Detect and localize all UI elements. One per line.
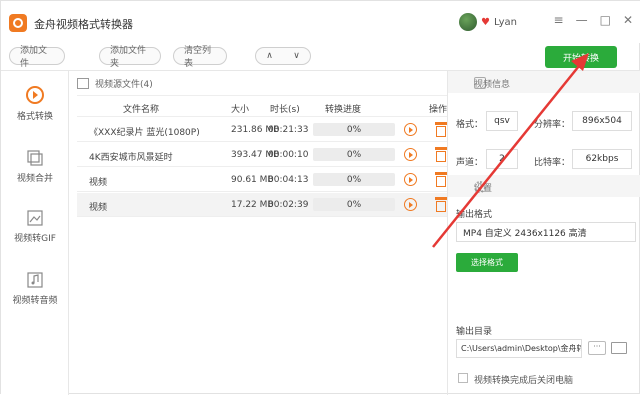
file-list-count: 视频源文件(4) xyxy=(95,80,153,90)
play-icon[interactable] xyxy=(404,173,417,186)
user-name: Lyan xyxy=(493,16,518,28)
output-format-field[interactable]: MP4 自定义 2436x1126 高清 xyxy=(456,222,636,242)
file-duration: 00:00:10 xyxy=(268,150,309,160)
folder-icon[interactable] xyxy=(611,342,627,354)
toolbar: 添加文件 添加文件夹 清空列表 ∧ ∨ 开始转换 xyxy=(1,43,640,71)
delete-icon[interactable] xyxy=(435,172,447,187)
file-duration: 00:04:13 xyxy=(268,175,309,185)
avatar[interactable] xyxy=(459,13,477,31)
move-buttons: ∧ ∨ xyxy=(255,47,311,65)
progress-bar: 0% xyxy=(313,148,395,161)
sidebar-item-label: 视频合并 xyxy=(16,174,53,184)
progress-bar: 0% xyxy=(313,198,395,211)
video-info-header: 视频信息 xyxy=(448,71,640,93)
settings-header: 设置 xyxy=(448,175,640,197)
sidebar-item-label: 视频转GIF xyxy=(14,234,56,244)
add-file-button[interactable]: 添加文件 xyxy=(9,46,65,69)
file-name: 视频 xyxy=(89,203,108,213)
file-list-panel: 视频源文件(4) 文件名称 大小 时长(s) 转换进度 操作 《XXX纪录片 蓝… xyxy=(69,71,447,395)
file-name: 《XXX纪录片 蓝光(1080P) xyxy=(89,128,200,138)
gif-icon xyxy=(27,210,43,226)
table-row[interactable]: 4K西安城市风景延时 393.47 MB 00:00:10 0% xyxy=(77,143,447,167)
move-up-button[interactable]: ∧ xyxy=(266,51,273,61)
format-label: 格式： xyxy=(456,120,484,130)
bitrate-label: 比特率： xyxy=(534,158,571,168)
heart-icon: ♥ xyxy=(481,16,490,28)
move-down-button[interactable]: ∨ xyxy=(293,51,300,61)
bitrate-value: 62kbps xyxy=(572,149,632,169)
convert-icon xyxy=(26,86,44,104)
output-dir-field[interactable]: C:\Users\admin\Desktop\金舟转 xyxy=(456,339,582,358)
file-duration: 00:21:33 xyxy=(268,125,309,135)
title-bar: 金舟视频格式转换器 ♥ Lyan ≡ — □ ✕ xyxy=(1,1,640,43)
merge-icon xyxy=(27,150,43,166)
file-list-header: 视频源文件(4) xyxy=(77,77,153,90)
clear-list-button[interactable]: 清空列表 xyxy=(173,46,227,69)
progress-bar: 0% xyxy=(313,173,395,186)
table-row[interactable]: 视频 90.61 MB 00:04:13 0% xyxy=(77,168,447,192)
sidebar-item-gif[interactable]: 视频转GIF xyxy=(1,209,69,244)
delete-icon[interactable] xyxy=(435,147,447,162)
right-panel: 视频信息 格式： qsv 分辨率： 896x504 声道： 2 比特率： 62k… xyxy=(447,71,640,395)
file-name: 4K西安城市风景延时 xyxy=(89,153,173,163)
col-name: 文件名称 xyxy=(123,105,160,115)
shutdown-label: 视频转换完成后关闭电脑 xyxy=(474,376,574,386)
app-title: 金舟视频格式转换器 xyxy=(34,18,133,31)
start-convert-button[interactable]: 开始转换 xyxy=(545,46,617,68)
play-icon[interactable] xyxy=(404,148,417,161)
close-icon[interactable]: ✕ xyxy=(623,13,633,27)
col-duration: 时长(s) xyxy=(270,105,300,115)
table-row[interactable]: 《XXX纪录片 蓝光(1080P) 231.86 MB 00:21:33 0% xyxy=(77,118,447,142)
play-icon[interactable] xyxy=(404,123,417,136)
window-controls: ≡ — □ ✕ xyxy=(554,13,633,27)
delete-icon[interactable] xyxy=(435,122,447,137)
user-info[interactable]: ♥ Lyan xyxy=(459,13,517,31)
file-name: 视频 xyxy=(89,178,108,188)
channel-value: 2 xyxy=(486,149,518,169)
video-info-title: 视频信息 xyxy=(474,80,511,90)
choose-format-button[interactable]: 选择格式 xyxy=(456,253,518,272)
sidebar-item-merge[interactable]: 视频合并 xyxy=(1,149,69,184)
settings-title: 设置 xyxy=(474,184,493,194)
sidebar-item-audio[interactable]: 视频转音频 xyxy=(1,271,69,306)
progress-bar: 0% xyxy=(313,123,395,136)
output-format-label: 输出格式 xyxy=(456,210,493,220)
menu-icon[interactable]: ≡ xyxy=(554,13,564,27)
app-logo-icon xyxy=(9,14,27,32)
delete-icon[interactable] xyxy=(435,197,447,212)
file-duration: 00:02:39 xyxy=(268,200,309,210)
table-row[interactable]: 视频 17.22 MB 00:02:39 0% xyxy=(77,193,447,217)
sidebar: 格式转换 视频合并 视频转GIF 视频转音频 xyxy=(1,71,69,395)
add-folder-button[interactable]: 添加文件夹 xyxy=(99,46,161,69)
col-progress: 转换进度 xyxy=(325,105,362,115)
sidebar-item-label: 视频转音频 xyxy=(12,296,58,306)
format-value: qsv xyxy=(486,111,518,131)
play-icon[interactable] xyxy=(404,198,417,211)
col-size: 大小 xyxy=(231,105,250,115)
sidebar-item-format-convert[interactable]: 格式转换 xyxy=(1,85,69,122)
app-window: 金舟视频格式转换器 ♥ Lyan ≡ — □ ✕ 添加文件 添加文件夹 清空列表… xyxy=(0,0,640,395)
resolution-value: 896x504 xyxy=(572,111,632,131)
output-dir-label: 输出目录 xyxy=(456,327,493,337)
table-header: 文件名称 大小 时长(s) 转换进度 操作 xyxy=(77,95,447,117)
minimize-icon[interactable]: — xyxy=(576,13,588,27)
resolution-label: 分辨率： xyxy=(534,120,571,130)
maximize-icon[interactable]: □ xyxy=(600,13,611,27)
col-action: 操作 xyxy=(429,105,448,115)
sidebar-item-label: 格式转换 xyxy=(16,112,53,122)
shutdown-checkbox[interactable] xyxy=(458,373,468,383)
browse-button[interactable]: ··· xyxy=(588,341,606,355)
audio-icon xyxy=(27,272,43,288)
channel-label: 声道： xyxy=(456,158,484,168)
file-list-icon xyxy=(77,78,89,89)
